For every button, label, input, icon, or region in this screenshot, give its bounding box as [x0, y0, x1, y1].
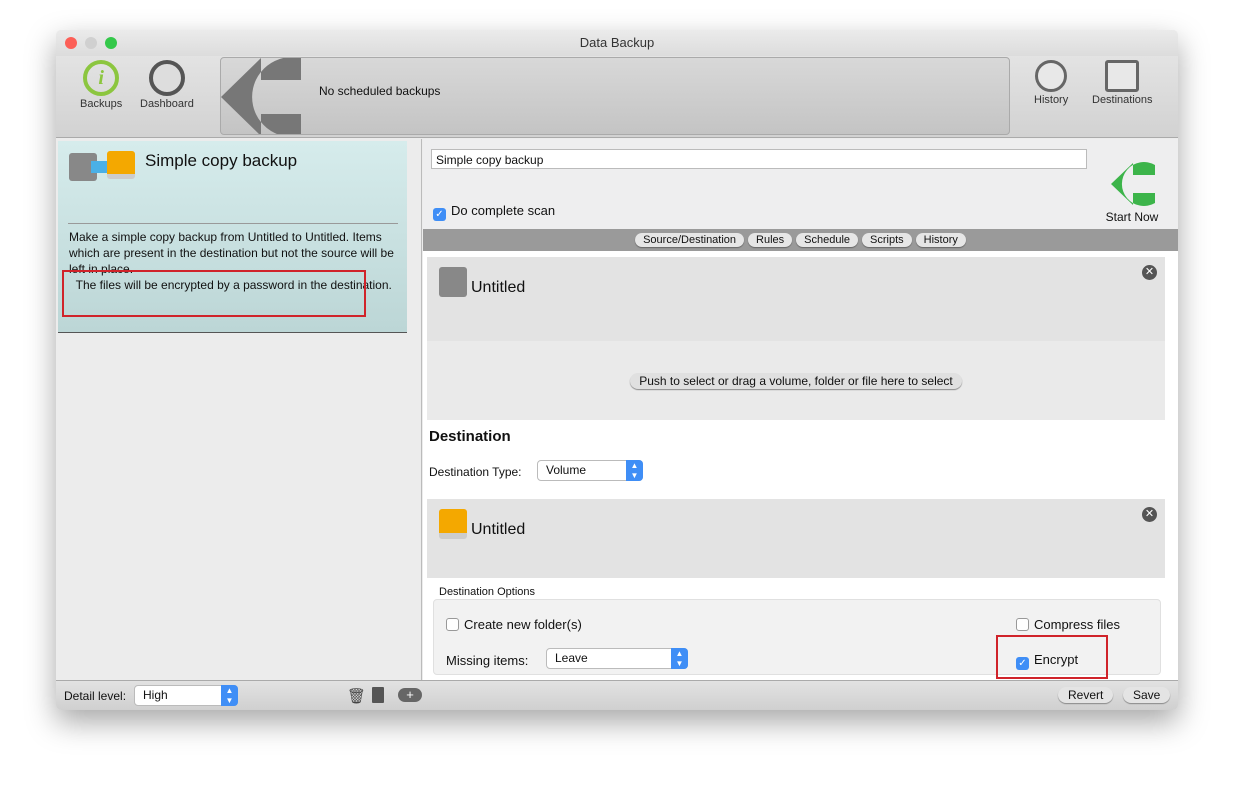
tab-scripts[interactable]: Scripts: [862, 233, 912, 247]
start-arrow-icon: [1111, 162, 1155, 206]
checkbox-box: [1016, 618, 1029, 631]
tab-bar: Source/Destination Rules Schedule Scripts Hi…: [423, 229, 1178, 251]
destinations-button[interactable]: Destinations: [1092, 60, 1153, 106]
backup-editor: Simple copy backup ✓ Do complete scan Sta…: [423, 139, 1178, 680]
box-download-icon: [1105, 60, 1140, 92]
tab-history[interactable]: History: [915, 233, 966, 247]
external-disk-icon: [439, 509, 467, 539]
checkmark-icon: ✓: [433, 208, 446, 221]
dashboard-label: Dashboard: [140, 98, 194, 110]
tab-schedule[interactable]: Schedule: [796, 233, 859, 247]
missing-items-value: Leave: [555, 651, 588, 665]
detail-level-select[interactable]: High ▲ ▼: [134, 685, 238, 706]
gauge-icon: [148, 60, 185, 96]
backups-button[interactable]: i Backups: [80, 60, 122, 110]
source-volume: Untitled ✕: [427, 257, 1165, 341]
complete-scan-checkbox[interactable]: ✓ Do complete scan: [433, 203, 555, 221]
title-bar: Data Backup: [56, 30, 1178, 56]
destination-options-heading: Destination Options: [439, 586, 535, 598]
clock-history-icon: [1035, 60, 1068, 92]
remove-source-icon[interactable]: ✕: [1142, 265, 1157, 280]
history-label: History: [1034, 94, 1069, 106]
add-backup-button[interactable]: +: [398, 688, 422, 702]
app-window: Data Backup i Backups Dashboard No sched…: [56, 30, 1178, 710]
banner-text: No scheduled backups: [319, 84, 441, 98]
destination-heading: Destination: [429, 428, 511, 445]
highlight-box: [996, 635, 1108, 679]
backup-title: Simple copy backup: [145, 151, 298, 170]
destinations-label: Destinations: [1092, 94, 1153, 106]
compress-label: Compress files: [1034, 617, 1120, 632]
chevron-updown-icon: ▲ ▼: [221, 685, 238, 706]
start-now-label: Start Now: [1105, 210, 1159, 224]
backup-name-input[interactable]: Simple copy backup: [431, 149, 1087, 169]
chevron-updown-icon: ▲ ▼: [671, 648, 688, 669]
close-window-button[interactable]: [65, 37, 77, 49]
minimize-window-button[interactable]: [85, 37, 97, 49]
missing-items-select[interactable]: Leave ▲ ▼: [546, 648, 688, 669]
backups-label: Backups: [80, 98, 123, 110]
chevron-updown-icon: ▲ ▼: [626, 460, 643, 481]
detail-level-label: Detail level:: [64, 689, 127, 703]
select-source-button[interactable]: Push to select or drag a volume, folder …: [630, 373, 962, 389]
missing-items-label: Missing items:: [446, 653, 529, 668]
source-name: Untitled: [471, 279, 526, 296]
destination-volume: Untitled ✕: [427, 499, 1165, 578]
bottom-bar: Detail level: High ▲ ▼ 🗑 + Revert Save: [56, 680, 1178, 710]
complete-scan-label: Do complete scan: [451, 203, 556, 218]
window-title: Data Backup: [579, 35, 655, 50]
copy-backup-icon: [69, 151, 135, 183]
hard-disk-icon: [439, 267, 467, 297]
arrow-logo-icon: [221, 58, 301, 134]
schedule-banner: No scheduled backups: [220, 57, 1010, 135]
divider: [68, 223, 398, 224]
save-button[interactable]: Save: [1123, 687, 1171, 703]
highlight-box: [62, 270, 366, 317]
destination-name: Untitled: [471, 521, 526, 538]
checkbox-box: [446, 618, 459, 631]
zoom-window-button[interactable]: [105, 37, 117, 49]
content-scroll: Untitled ✕ Push to select or drag a volu…: [423, 251, 1178, 680]
trash-icon[interactable]: 🗑: [347, 687, 366, 705]
destination-type-select[interactable]: Volume ▲ ▼: [537, 460, 643, 481]
toolbar: i Backups Dashboard No scheduled backups…: [56, 56, 1178, 138]
destination-type-label: Destination Type:: [429, 465, 522, 479]
compress-files-checkbox[interactable]: Compress files: [1016, 617, 1120, 632]
remove-destination-icon[interactable]: ✕: [1142, 507, 1157, 522]
info-bubble-icon: i: [83, 60, 120, 96]
backup-list: Simple copy backup Make a simple copy ba…: [56, 139, 422, 680]
dashboard-button[interactable]: Dashboard: [140, 60, 194, 110]
revert-button[interactable]: Revert: [1058, 687, 1114, 703]
history-button[interactable]: History: [1034, 60, 1068, 106]
create-folder-label: Create new folder(s): [464, 617, 582, 632]
duplicate-icon[interactable]: [372, 687, 384, 703]
tab-rules[interactable]: Rules: [748, 233, 793, 247]
detail-level-value: High: [143, 688, 168, 702]
create-folder-checkbox[interactable]: Create new folder(s): [446, 617, 582, 632]
source-drop-zone[interactable]: Push to select or drag a volume, folder …: [427, 341, 1165, 420]
tab-source-destination[interactable]: Source/Destination: [635, 233, 745, 247]
destination-type-value: Volume: [546, 463, 587, 477]
start-now-button[interactable]: Start Now: [1101, 161, 1163, 224]
